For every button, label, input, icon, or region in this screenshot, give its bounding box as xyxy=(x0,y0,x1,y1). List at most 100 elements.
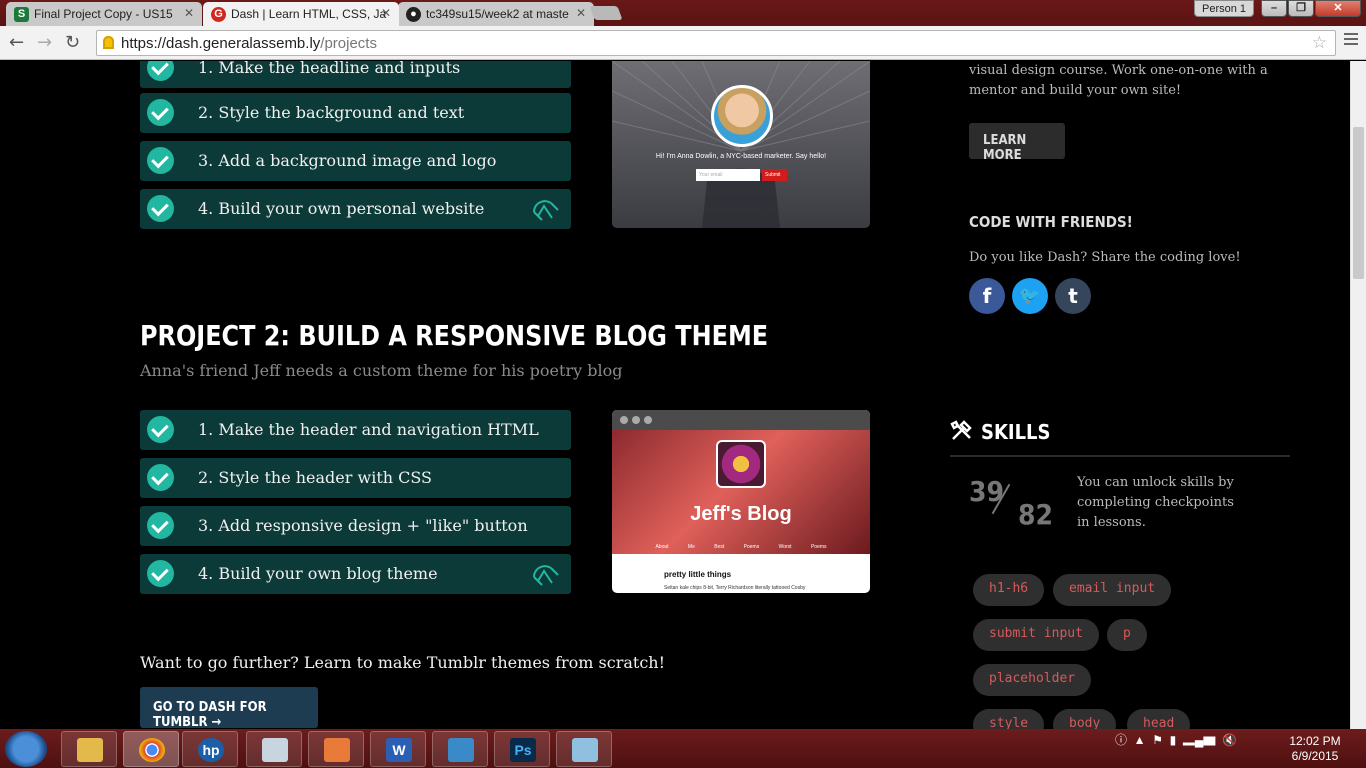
step-label: 3. Add responsive design + "like" button xyxy=(198,516,528,535)
unlock-icon xyxy=(533,565,559,586)
skills-total-count: 82 xyxy=(1018,498,1054,531)
tab-strip: S Final Project Copy - US15 ✕ G Dash | L… xyxy=(0,0,1366,26)
project1-step[interactable]: 1. Make the headline and inputs xyxy=(140,61,571,88)
explorer-icon[interactable] xyxy=(61,731,117,767)
chrome-icon[interactable] xyxy=(123,731,179,767)
project2-subtitle: Anna's friend Jeff needs a custom theme … xyxy=(140,361,623,380)
checkmark-icon xyxy=(147,560,174,587)
chrome-menu-icon[interactable] xyxy=(1344,33,1358,49)
clock-time: 12:02 PM xyxy=(1289,734,1341,748)
checkmark-icon xyxy=(147,464,174,491)
checkmark-icon xyxy=(147,416,174,443)
tab-final-project[interactable]: S Final Project Copy - US15 ✕ xyxy=(6,2,202,26)
unlock-icon xyxy=(533,200,559,221)
step-label: 2. Style the header with CSS xyxy=(198,468,433,487)
step-label: 2. Style the background and text xyxy=(198,103,465,122)
preview-blog-nav: About Me Best Poems Worst Poems xyxy=(655,544,827,550)
share-text: Do you like Dash? Share the coding love! xyxy=(969,250,1241,265)
scrollbar-thumb[interactable] xyxy=(1353,127,1364,279)
avatar xyxy=(711,85,773,147)
clock-date: 6/9/2015 xyxy=(1291,749,1339,763)
skill-tag[interactable]: body xyxy=(1053,709,1117,729)
course-description: visual design course. Work one-on-one wi… xyxy=(969,63,1268,98)
checkmark-icon xyxy=(147,195,174,222)
start-button[interactable] xyxy=(5,731,47,767)
preview-hello-text: Hi! I'm Anna Dowlin, a NYC-based markete… xyxy=(655,153,827,160)
project2-title: PROJECT 2: BUILD A RESPONSIVE BLOG THEME xyxy=(140,319,769,352)
avatar xyxy=(716,440,766,488)
skill-tag[interactable]: head xyxy=(1127,709,1191,729)
skill-tag[interactable]: h1-h6 xyxy=(973,574,1045,606)
project2-preview: Jeff's Blog About Me Best Poems Worst Po… xyxy=(612,410,870,593)
dash-for-tumblr-button[interactable]: GO TO DASH FOR TUMBLR → xyxy=(140,687,318,729)
project1-step[interactable]: 3. Add a background image and logo xyxy=(140,141,571,181)
notepad-icon[interactable] xyxy=(556,731,612,767)
skill-tag[interactable]: submit input xyxy=(973,619,1099,651)
photo-viewer-icon[interactable] xyxy=(432,731,488,767)
further-text: Want to go further? Learn to make Tumblr… xyxy=(140,653,666,672)
twitter-icon[interactable]: 🐦 xyxy=(1012,278,1048,314)
checkmark-icon xyxy=(147,99,174,126)
project2-step[interactable]: 1. Make the header and navigation HTML xyxy=(140,410,571,450)
url-path: /projects xyxy=(320,35,377,52)
tab-title: tc349su15/week2 at maste xyxy=(426,7,569,21)
skill-tag[interactable]: style xyxy=(973,709,1045,729)
photoshop-icon[interactable]: Ps xyxy=(494,731,550,767)
skills-heading: SKILLS xyxy=(981,420,1051,444)
preview-post-text: Seitan kale chips 8-bit, Terry Richardso… xyxy=(664,585,806,591)
back-arrow-icon[interactable]: ← xyxy=(9,32,24,53)
sheets-icon: S xyxy=(14,7,29,22)
facebook-icon[interactable]: f xyxy=(969,278,1005,314)
close-tab-icon[interactable]: ✕ xyxy=(381,6,391,20)
skill-tag[interactable]: placeholder xyxy=(973,664,1092,696)
reload-icon[interactable]: ↻ xyxy=(65,32,80,53)
step-label: 1. Make the header and navigation HTML xyxy=(198,420,539,439)
project2-step[interactable]: 2. Style the header with CSS xyxy=(140,458,571,498)
skill-tag[interactable]: p xyxy=(1107,619,1147,651)
learn-more-button[interactable]: LEARN MORE xyxy=(969,123,1065,163)
step-label: 4. Build your own blog theme xyxy=(198,564,438,583)
system-tray[interactable]: ⓘ ▲ ⚑ ▮ ▂▄▆ 🔇 xyxy=(1115,731,1237,748)
lock-icon xyxy=(103,36,114,49)
code-with-friends-heading: CODE WITH FRIENDS! xyxy=(969,213,1133,231)
address-bar[interactable]: https://dash.generalassemb.ly/projects ☆ xyxy=(96,30,1336,56)
checkmark-icon xyxy=(147,147,174,174)
taskbar: hp W Ps ⓘ ▲ ⚑ ▮ ▂▄▆ 🔇 12:02 PM 6/9/2015 xyxy=(0,729,1366,768)
forward-arrow-icon[interactable]: → xyxy=(37,32,52,53)
github-icon: ● xyxy=(406,7,421,22)
maximize-button[interactable]: ❐ xyxy=(1288,0,1314,17)
hp-icon[interactable]: hp xyxy=(182,731,238,767)
step-label: 3. Add a background image and logo xyxy=(198,151,497,170)
new-tab-button[interactable] xyxy=(589,6,623,20)
tab-dash[interactable]: G Dash | Learn HTML, CSS, Ja ✕ xyxy=(203,2,399,26)
close-tab-icon[interactable]: ✕ xyxy=(184,6,194,20)
project2-step[interactable]: 4. Build your own blog theme xyxy=(140,554,571,594)
tab-github[interactable]: ● tc349su15/week2 at maste ✕ xyxy=(398,2,594,26)
ga-icon: G xyxy=(211,7,226,22)
page-scrollbar[interactable] xyxy=(1350,61,1366,729)
step-label: 1. Make the headline and inputs xyxy=(198,61,461,77)
preview-blog-title: Jeff's Blog xyxy=(690,503,792,525)
skill-tag[interactable]: email input xyxy=(1053,574,1172,606)
url-host: https://dash.generalassemb.ly xyxy=(121,35,321,52)
tumblr-icon[interactable]: t xyxy=(1055,278,1091,314)
profile-button[interactable]: Person 1 xyxy=(1194,0,1254,17)
bookmark-star-icon[interactable]: ☆ xyxy=(1312,33,1327,53)
preview-email-input: Your email xyxy=(696,169,760,181)
minimize-button[interactable]: – xyxy=(1261,0,1287,17)
tools-icon xyxy=(950,420,972,440)
calculator-icon[interactable] xyxy=(246,731,302,767)
page-content: 1. Make the headline and inputs 2. Style… xyxy=(0,61,1350,729)
tab-title: Final Project Copy - US15 xyxy=(34,7,173,21)
paint-icon[interactable] xyxy=(308,731,364,767)
clock[interactable]: 12:02 PM 6/9/2015 xyxy=(1284,734,1346,764)
step-label: 4. Build your own personal website xyxy=(198,199,485,218)
close-tab-icon[interactable]: ✕ xyxy=(576,6,586,20)
project1-step[interactable]: 2. Style the background and text xyxy=(140,93,571,133)
project2-step[interactable]: 3. Add responsive design + "like" button xyxy=(140,506,571,546)
checkmark-icon xyxy=(147,61,174,81)
project1-step[interactable]: 4. Build your own personal website xyxy=(140,189,571,229)
skills-description: You can unlock skills by completing chec… xyxy=(1077,475,1234,530)
word-icon[interactable]: W xyxy=(370,731,426,767)
close-window-button[interactable]: ✕ xyxy=(1315,0,1361,17)
